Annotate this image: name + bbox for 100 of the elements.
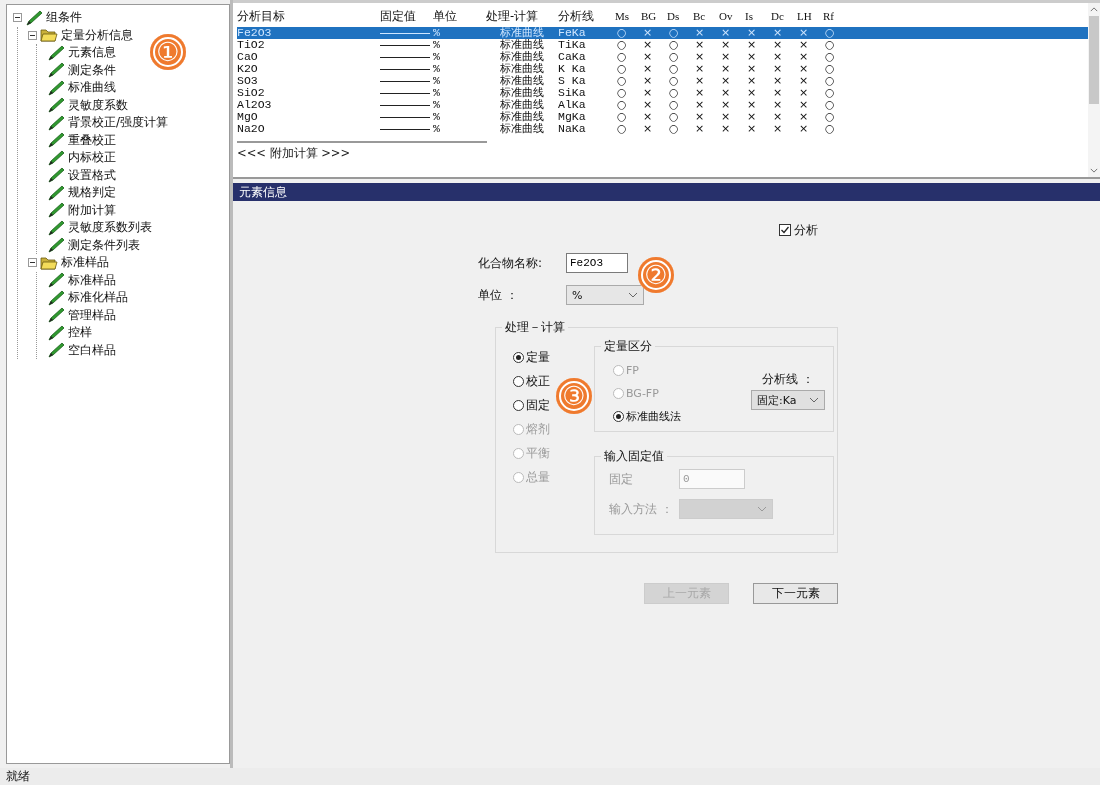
section-header: 元素信息 <box>233 183 1100 201</box>
table-cell-text: × <box>798 123 810 135</box>
radio-option[interactable]: 标准曲线法 <box>613 407 681 425</box>
table-row[interactable]: SiO2 % 标准曲线 SiKa ○ × ○ × × × × × ○ <box>237 87 1088 99</box>
table-cell-text: × <box>642 99 654 111</box>
unit-dropdown[interactable]: % <box>566 285 644 305</box>
table-row[interactable]: TiO2 % 标准曲线 TiKa ○ × ○ × × × × × ○ <box>237 39 1088 51</box>
table-cell-text: % <box>433 87 441 99</box>
unit-label: 单位 ： <box>478 286 519 304</box>
tree-item[interactable]: 灵敏度系数 <box>68 97 128 113</box>
table-cell-text: × <box>746 123 758 135</box>
table-cell-text: × <box>720 63 732 75</box>
table-row[interactable]: Fe2O3 % 标准曲线 FeKa ○ × ○ × × × × × ○ <box>237 27 1088 39</box>
column-header: 固定值 <box>380 9 417 25</box>
table-row[interactable]: Na2O % 标准曲线 NaKa ○ × ○ × × × × × ○ <box>237 123 1088 135</box>
table-cell-text: × <box>746 87 758 99</box>
tree-item[interactable]: 灵敏度系数列表 <box>68 220 152 236</box>
tree-item[interactable]: 内标校正 <box>68 150 116 166</box>
table-cell-text: × <box>746 27 758 39</box>
table-cell-text: ○ <box>616 123 628 135</box>
tree-item[interactable]: 设置格式 <box>68 167 116 183</box>
table-cell-text: 标准曲线 <box>499 51 545 63</box>
table-cell-text: 标准曲线 <box>499 111 545 123</box>
table-cell-text: 标准曲线 <box>499 63 545 75</box>
table-row[interactable]: CaO % 标准曲线 CaKa ○ × ○ × × × × × ○ <box>237 51 1088 63</box>
empty-value-line <box>380 128 430 130</box>
tree-item[interactable]: 元素信息 <box>68 45 116 61</box>
column-header: 分析目标 <box>237 9 286 25</box>
tree-item[interactable]: 管理样品 <box>68 307 116 323</box>
table-cell-text: ○ <box>668 63 680 75</box>
table-cell-text: × <box>642 123 654 135</box>
column-header: Dc <box>771 9 785 24</box>
tree-item[interactable]: 控样 <box>68 325 92 341</box>
tree-item[interactable]: 规格判定 <box>68 185 116 201</box>
table-cell-text: K2O <box>237 63 259 75</box>
tree-item[interactable]: 标准化样品 <box>68 290 128 306</box>
table-cell-text: × <box>642 87 654 99</box>
table-cell-text: ○ <box>616 99 628 111</box>
table-cell-text: × <box>746 63 758 75</box>
table-row[interactable]: SO3 % 标准曲线 S Ka ○ × ○ × × × × × ○ <box>237 75 1088 87</box>
table-cell-text: × <box>720 87 732 99</box>
table-cell-text: × <box>746 51 758 63</box>
table-cell-text: Fe2O3 <box>237 27 273 39</box>
tree-item[interactable]: 附加计算 <box>68 202 116 218</box>
tree-item[interactable]: 组条件 <box>46 10 82 26</box>
table-cell-text: ○ <box>824 123 836 135</box>
table-cell-text: × <box>720 27 732 39</box>
table-cell-text: ○ <box>668 27 680 39</box>
tree-item[interactable]: 背景校正/强度计算 <box>68 115 169 131</box>
column-header: BG <box>641 9 658 24</box>
group-title: 定量区分 <box>601 338 655 355</box>
table-cell-text: ○ <box>824 27 836 39</box>
checkbox-label[interactable]: 分析 <box>794 221 818 239</box>
radio-option[interactable]: 定量 <box>513 348 594 366</box>
column-header: Is <box>745 9 754 24</box>
tree-item[interactable]: 标准样品 <box>61 255 109 271</box>
chevron-down-icon <box>809 397 819 403</box>
column-header: Rf <box>823 9 835 24</box>
pencil-icon <box>47 307 65 324</box>
tree-item[interactable]: 空白样品 <box>68 342 116 358</box>
pencil-icon <box>47 202 65 219</box>
table-cell-text: MgKa <box>558 111 587 123</box>
table-cell-text: × <box>772 99 784 111</box>
next-button[interactable]: 下一元素 <box>753 583 838 604</box>
empty-value-line <box>380 92 430 94</box>
collapse-icon[interactable] <box>13 13 22 23</box>
table-cell-text: × <box>694 99 706 111</box>
table-cell-text: 标准曲线 <box>499 39 545 51</box>
table-cell-text: Na2O <box>237 123 266 135</box>
table-cell-text: 标准曲线 <box>499 87 545 99</box>
collapse-icon[interactable] <box>28 30 37 40</box>
tree-item[interactable]: 重叠校正 <box>68 132 116 148</box>
table-cell-text: % <box>433 51 441 63</box>
tree-item[interactable]: 标准样品 <box>68 272 116 288</box>
table-cell-text: % <box>433 111 441 123</box>
column-header: 处理-计算 <box>486 9 540 25</box>
scrollbar[interactable] <box>1088 3 1100 177</box>
scroll-up-icon[interactable] <box>1090 7 1098 12</box>
compound-field[interactable]: Fe2O3 <box>566 253 628 273</box>
analysis-line-dropdown[interactable]: 固定:Ka <box>751 390 825 410</box>
tree-item[interactable]: 定量分析信息 <box>61 27 133 43</box>
table-row[interactable]: MgO % 标准曲线 MgKa ○ × ○ × × × × × ○ <box>237 111 1088 123</box>
table-cell-text: × <box>772 123 784 135</box>
table-cell-text: × <box>798 27 810 39</box>
table-row[interactable]: K2O % 标准曲线 K Ka ○ × ○ × × × × × ○ <box>237 63 1088 75</box>
pencil-icon <box>47 289 65 306</box>
table-cell-text: ○ <box>616 111 628 123</box>
tree-item[interactable]: 测定条件 <box>68 62 116 78</box>
table-row[interactable]: Al2O3 % 标准曲线 AlKa ○ × ○ × × × × × ○ <box>237 99 1088 111</box>
pencil-icon <box>47 167 65 184</box>
additional-calc-link[interactable]: <<< 附加计算 >>> <box>237 146 351 160</box>
tree-item[interactable]: 测定条件列表 <box>68 237 140 253</box>
empty-value-line <box>380 32 430 34</box>
table-cell-text: × <box>772 27 784 39</box>
table-cell-text: ○ <box>668 123 680 135</box>
table-cell-text: ○ <box>668 51 680 63</box>
scroll-down-icon[interactable] <box>1090 168 1098 173</box>
analyze-checkbox[interactable] <box>779 224 791 236</box>
collapse-icon[interactable] <box>28 258 37 268</box>
tree-item[interactable]: 标准曲线 <box>68 80 116 96</box>
